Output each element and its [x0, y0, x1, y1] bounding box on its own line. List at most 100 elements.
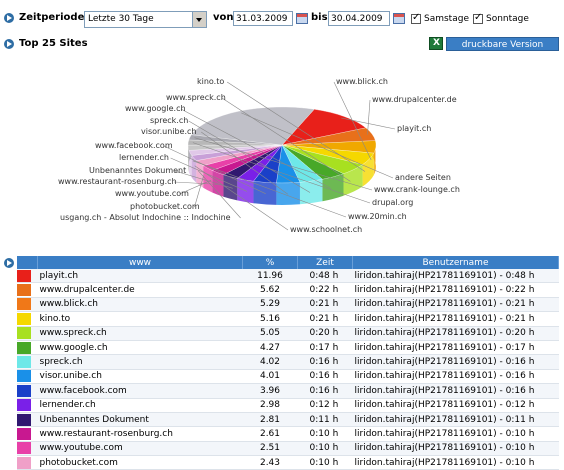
percent-cell: 5.05 [242, 326, 298, 341]
pie-label: spreck.ch [150, 116, 189, 125]
percent-cell: 5.62 [242, 282, 298, 298]
table-row[interactable]: photobucket.com 2.43 0:10 h liridon.tahiraj… [17, 455, 559, 470]
pie-label: visor.unibe.ch [141, 127, 197, 136]
arrow-right-icon [4, 258, 14, 268]
color-swatch [17, 354, 38, 370]
table-row[interactable]: kino.to 5.16 0:21 h liridon.tahiraj(HP21781… [17, 311, 559, 327]
site-cell[interactable]: www.drupalcenter.de [37, 282, 243, 298]
time-cell: 0:10 h [297, 455, 353, 470]
site-cell[interactable]: photobucket.com [37, 455, 243, 470]
arrow-right-icon [4, 13, 14, 23]
time-cell: 0:16 h [297, 354, 353, 370]
username-cell: liridon.tahiraj(HP217811691​01) - 0:48 h [352, 269, 559, 284]
percent-cell: 5.29 [242, 297, 298, 313]
percent-cell: 2.61 [242, 426, 298, 442]
time-column-header[interactable]: Zeit [297, 256, 353, 269]
site-cell[interactable]: spreck.ch [37, 354, 243, 370]
pie-label: www.spreck.ch [166, 93, 226, 102]
period-select-value: Letzte 30 Tage [88, 14, 154, 24]
pie-leader-line [367, 99, 371, 135]
time-cell: 0:22 h [297, 282, 353, 298]
site-cell[interactable]: lernender.ch [37, 398, 243, 413]
time-cell: 0:21 h [297, 311, 353, 327]
pie-slice-side [276, 182, 300, 205]
section-title: Top 25 Sites [19, 38, 88, 49]
site-cell[interactable]: www.facebook.com [37, 383, 243, 399]
site-cell[interactable]: www.youtube.com [37, 441, 243, 457]
username-cell: liridon.tahiraj(HP21781169101) - 0:16 h [352, 354, 559, 370]
username-cell: liridon.tahiraj(HP21781169101) - 0:10 h [352, 426, 559, 442]
username-cell: liridon.tahiraj(HP21781169101) - 0:16 h [352, 383, 559, 399]
saturday-label: Samstage [424, 14, 469, 24]
color-swatch [17, 311, 38, 327]
sunday-label: Sonntage [486, 14, 529, 24]
color-swatch [17, 426, 38, 442]
saturday-checkbox[interactable] [411, 12, 421, 24]
www-column-header[interactable]: www [37, 256, 243, 269]
site-cell[interactable]: www.restaurant-rosenburg.ch [37, 426, 243, 442]
percent-cell: 2.51 [242, 441, 298, 457]
arrow-right-icon [4, 39, 14, 49]
username-cell: liridon.tahiraj(HP21781169101) - 0:21 h [352, 311, 559, 327]
site-cell[interactable]: kino.to [37, 311, 243, 327]
calendar-icon[interactable] [393, 13, 405, 24]
from-date-input[interactable]: 31.03.2009 [233, 11, 293, 26]
percent-cell: 2.98 [242, 398, 298, 413]
period-label: Zeitperiode: [19, 12, 89, 23]
table-row[interactable]: lernender.ch 2.98 0:12 h liridon.tahiraj(HP… [17, 398, 559, 413]
table-row[interactable]: www.blick.ch 5.29 0:21 h liridon.tahiraj(HP… [17, 297, 559, 313]
percent-cell: 4.02 [242, 354, 298, 370]
pie-label: drupal.org [372, 198, 414, 207]
time-cell: 0:11 h [297, 412, 353, 428]
site-cell[interactable]: www.spreck.ch [37, 326, 243, 341]
color-swatch [17, 412, 38, 428]
pie-label: www.blick.ch [336, 77, 389, 86]
pie-label: www.google.ch [125, 104, 186, 113]
print-version-button[interactable]: druckbare Version [446, 37, 559, 51]
chevron-down-icon[interactable] [192, 12, 206, 27]
table-row[interactable]: Unbenanntes Dokument 2.81 0:11 h liridon.ta… [17, 412, 559, 428]
table-row[interactable]: spreck.ch 4.02 0:16 h liridon.tahiraj(HP217… [17, 354, 559, 370]
username-column-header[interactable]: Benutzername [352, 256, 559, 269]
table-row[interactable]: visor.unibe.ch 4.01 0:16 h liridon.tahiraj(… [17, 369, 559, 385]
pie-label: www.restaurant-rosenburg.ch [58, 177, 177, 186]
site-cell[interactable]: playit.ch [37, 269, 243, 284]
site-cell[interactable]: visor.unibe.ch [37, 369, 243, 385]
excel-icon[interactable] [429, 37, 443, 50]
sunday-checkbox[interactable] [473, 12, 483, 24]
pie-label: kino.to [197, 77, 225, 86]
table-row[interactable]: www.facebook.com 3.96 0:16 h liridon.tahira… [17, 383, 559, 399]
to-date-input[interactable]: 30.04.2009 [328, 11, 390, 26]
site-cell[interactable]: www.google.ch [37, 340, 243, 356]
table-row[interactable]: www.restaurant-rosenburg.ch 2.61 0:10 h lir… [17, 426, 559, 442]
time-cell: 0:17 h [297, 340, 353, 356]
time-cell: 0:10 h [297, 441, 353, 457]
site-cell[interactable]: Unbenanntes Dokument [37, 412, 243, 428]
pie-label: Unbenanntes Dokument [89, 166, 187, 175]
table-row[interactable]: www.spreck.ch 5.05 0:20 h liridon.tahiraj(H… [17, 326, 559, 341]
period-select[interactable]: Letzte 30 Tage [84, 11, 207, 28]
time-cell: 0:16 h [297, 383, 353, 399]
percent-column-header[interactable]: % [242, 256, 298, 269]
calendar-icon[interactable] [296, 13, 308, 24]
percent-cell: 4.01 [242, 369, 298, 385]
username-cell: liridon.tahiraj(HP21781169101) - 0:16 h [352, 369, 559, 385]
username-cell: liridon.tahiraj(HP21781169101) - 0:12 h [352, 398, 559, 413]
pie-label: www.20min.ch [348, 212, 407, 221]
color-swatch [17, 340, 38, 356]
table-row[interactable]: www.youtube.com 2.51 0:10 h liridon.tahiraj… [17, 441, 559, 457]
sites-table: www % Zeit Benutzername playit.ch 11.96 0:… [17, 256, 559, 470]
username-cell: liridon.tahiraj(HP21781169101) - 0:10 h [352, 455, 559, 470]
username-cell: liridon.tahiraj(HP21781169101) - 0:20 h [352, 326, 559, 341]
pie-label: photobucket.com [130, 202, 200, 211]
time-cell: 0:12 h [297, 398, 353, 413]
site-cell[interactable]: www.blick.ch [37, 297, 243, 313]
from-label: von [213, 12, 234, 23]
pie-label: lernender.ch [119, 153, 169, 162]
table-row[interactable]: www.google.ch 4.27 0:17 h liridon.tahiraj(H… [17, 340, 559, 356]
table-row[interactable]: www.drupalcenter.de 5.62 0:22 h liridon.tah… [17, 282, 559, 298]
table-row[interactable]: playit.ch 11.96 0:48 h liridon.tahiraj(HP21… [17, 269, 559, 284]
percent-cell: 4.27 [242, 340, 298, 356]
pie-label: andere Seiten [395, 173, 451, 182]
time-cell: 0:10 h [297, 426, 353, 442]
